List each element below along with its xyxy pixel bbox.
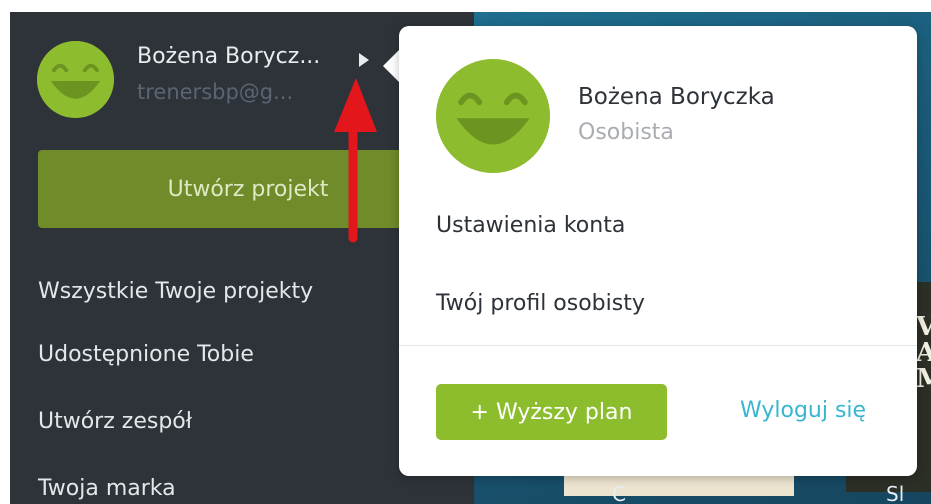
popup-avatar bbox=[436, 59, 550, 173]
logout-link[interactable]: Wyloguj się bbox=[740, 398, 866, 423]
nav-shared-with-you[interactable]: Udostępnione Tobie bbox=[38, 342, 254, 367]
smiley-face-icon bbox=[436, 59, 550, 173]
thumbnail-caption-right: Sl bbox=[886, 482, 905, 504]
nav-your-brand[interactable]: Twoja marka bbox=[38, 476, 176, 501]
red-arrow-up-icon bbox=[334, 78, 377, 243]
caret-right-icon[interactable] bbox=[359, 53, 369, 67]
popup-plan-label: Osobista bbox=[578, 120, 674, 145]
create-project-button[interactable]: Utwórz projekt bbox=[38, 150, 458, 228]
user-avatar[interactable] bbox=[37, 41, 114, 118]
personal-profile-link[interactable]: Twój profil osobisty bbox=[436, 291, 645, 316]
nav-all-projects[interactable]: Wszystkie Twoje projekty bbox=[38, 279, 313, 304]
user-email: trenersbp@g... bbox=[137, 80, 294, 104]
upgrade-plan-button[interactable]: + Wyższy plan bbox=[436, 384, 667, 440]
smiley-face-icon bbox=[37, 41, 114, 118]
popup-divider bbox=[399, 345, 917, 346]
thumbnail-title-letters: VE AN M bbox=[916, 312, 931, 394]
user-name[interactable]: Bożena Borycz... bbox=[137, 44, 320, 69]
thumbnail-caption-left: C bbox=[612, 482, 626, 504]
popup-notch bbox=[383, 49, 400, 83]
popup-user-name: Bożena Boryczka bbox=[578, 84, 775, 110]
account-settings-link[interactable]: Ustawienia konta bbox=[436, 213, 625, 238]
nav-create-team[interactable]: Utwórz zespół bbox=[38, 409, 192, 434]
